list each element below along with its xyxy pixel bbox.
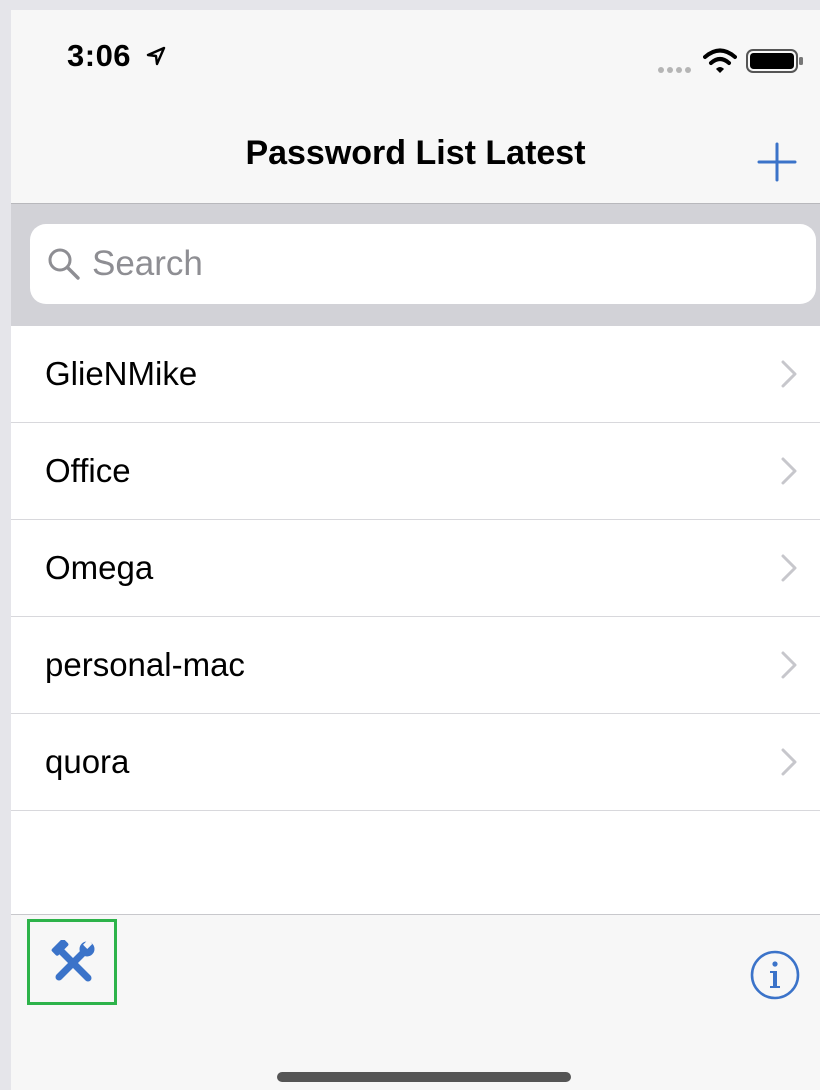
status-time: 3:06 bbox=[67, 38, 132, 73]
list-item[interactable]: GlieNMike bbox=[11, 326, 820, 423]
wifi-icon bbox=[703, 48, 737, 73]
password-list: GlieNMike Office Omega personal-mac quor… bbox=[11, 326, 820, 811]
page-title: Password List Latest bbox=[245, 134, 586, 172]
add-button[interactable] bbox=[755, 140, 799, 184]
search-bar-container bbox=[11, 204, 820, 326]
list-item-label: quora bbox=[45, 743, 130, 780]
list-item-label: Omega bbox=[45, 549, 154, 586]
search-bar[interactable] bbox=[30, 224, 816, 304]
list-item-label: Office bbox=[45, 452, 131, 489]
battery-icon bbox=[746, 49, 803, 73]
search-icon bbox=[48, 248, 80, 280]
chevron-right-icon bbox=[781, 651, 797, 679]
chevron-right-icon bbox=[781, 360, 797, 388]
list-item[interactable]: personal-mac bbox=[11, 617, 820, 714]
search-input[interactable] bbox=[92, 234, 792, 294]
location-arrow-icon bbox=[146, 46, 166, 66]
bottom-toolbar bbox=[11, 914, 820, 1090]
status-bar: 3:06 bbox=[11, 10, 820, 100]
tools-button[interactable] bbox=[27, 919, 117, 1005]
chevron-right-icon bbox=[781, 554, 797, 582]
list-item[interactable]: Omega bbox=[11, 520, 820, 617]
cellular-signal-icon bbox=[658, 67, 691, 73]
list-item-label: personal-mac bbox=[45, 646, 245, 683]
info-button[interactable] bbox=[749, 949, 801, 1001]
tools-icon bbox=[51, 940, 95, 982]
info-icon bbox=[750, 950, 800, 1000]
list-item-label: GlieNMike bbox=[45, 355, 198, 392]
list-item[interactable]: quora bbox=[11, 714, 820, 811]
chevron-right-icon bbox=[781, 457, 797, 485]
list-item[interactable]: Office bbox=[11, 423, 820, 520]
navigation-bar: Password List Latest bbox=[11, 100, 820, 204]
plus-icon bbox=[757, 142, 797, 182]
chevron-right-icon bbox=[781, 748, 797, 776]
phone-screen: 3:06 Password List Latest Search GlieNMi… bbox=[11, 10, 820, 1090]
home-indicator[interactable] bbox=[277, 1072, 571, 1082]
